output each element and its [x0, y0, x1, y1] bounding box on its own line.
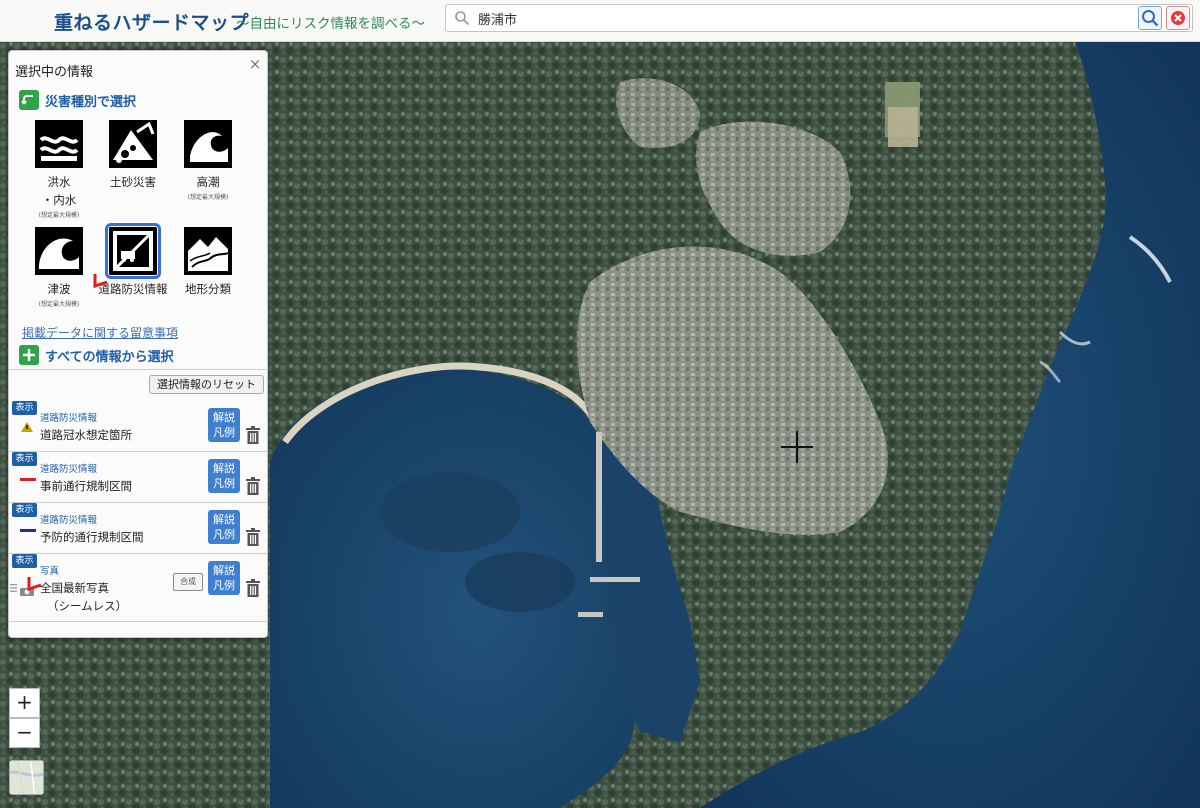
search-input[interactable]: [476, 7, 1136, 29]
search-button[interactable]: [1138, 6, 1162, 30]
reset-selection-button[interactable]: 選択情報のリセット: [149, 375, 264, 394]
hazard-label: 土砂災害: [110, 175, 156, 189]
section-all-label: すべての情報から選択: [45, 350, 174, 365]
search-box[interactable]: [445, 4, 1193, 32]
explain-label: 解説: [213, 513, 235, 526]
hazard-note: (想定最大規模): [38, 301, 80, 308]
compose-button[interactable]: 合成: [173, 573, 203, 591]
panel-close-button[interactable]: ×: [248, 56, 262, 72]
legend-label: 凡例: [213, 477, 235, 490]
show-toggle[interactable]: 表示: [12, 401, 37, 415]
hazard-label: 高潮: [196, 175, 220, 189]
hazard-storm-surge[interactable]: 高潮 (想定最大規模): [170, 120, 246, 201]
hazard-label: 地形分類: [185, 282, 231, 296]
hazard-label: 津波: [47, 282, 71, 296]
blue-line-icon: [20, 529, 36, 532]
tsunami-icon: [35, 227, 83, 275]
close-icon: [1171, 11, 1185, 25]
layer-name-sub: （シームレス）: [47, 599, 128, 613]
divider: [9, 369, 267, 370]
layer-name: 全国最新写真: [40, 581, 109, 595]
select-arrow-icon: [19, 90, 39, 110]
layer-row: 表示 道路防災情報 予防的通行規制区間 解説 凡例: [9, 503, 267, 553]
panel-title: 選択中の情報: [15, 65, 94, 80]
storm-surge-icon: [184, 120, 232, 168]
layer-name: 道路冠水想定箇所: [40, 428, 132, 442]
red-check-marker-icon: [27, 577, 42, 592]
explain-legend-button[interactable]: 解説 凡例: [208, 408, 240, 442]
hazard-label-sub: ・内水: [41, 193, 77, 207]
hazard-note: (想定最大規模): [38, 212, 80, 219]
warning-triangle-icon: [21, 422, 33, 432]
legend-label: 凡例: [213, 426, 235, 439]
show-toggle[interactable]: 表示: [12, 554, 37, 568]
layer-row: 表示 写真 全国最新写真 （シームレス） 合成 解説 凡例: [9, 554, 267, 622]
app-subtitle: ～自由にリスク情報を調べる～: [236, 16, 425, 32]
layer-name: 事前通行規制区間: [40, 479, 132, 493]
red-line-icon: [20, 478, 36, 481]
show-toggle[interactable]: 表示: [12, 452, 37, 466]
layer-category: 道路防災情報: [40, 515, 98, 526]
hazard-note: (想定最大規模): [187, 194, 229, 201]
basemap-switch-icon[interactable]: [9, 760, 44, 795]
selected-info-panel: 選択中の情報 × 災害種別で選択 洪水 ・内水 (想定最大規模) 土砂災害 高潮…: [8, 50, 268, 638]
flood-icon: [35, 120, 83, 168]
crosshair-icon: [781, 431, 813, 463]
plus-icon: [19, 345, 39, 365]
data-notice-link[interactable]: 掲載データに関する留意事項: [22, 324, 178, 341]
clear-search-button[interactable]: [1166, 6, 1190, 30]
legend-label: 凡例: [213, 579, 235, 592]
show-toggle[interactable]: 表示: [12, 503, 37, 517]
trash-icon[interactable]: [245, 528, 261, 546]
zoom-out-button[interactable]: −: [9, 718, 40, 748]
search-icon: [455, 11, 470, 26]
layer-row: 表示 道路防災情報 道路冠水想定箇所 解説 凡例: [9, 401, 267, 451]
landslide-icon: [109, 120, 157, 168]
explain-label: 解説: [213, 411, 235, 424]
legend-label: 凡例: [213, 528, 235, 541]
layer-category: 道路防災情報: [40, 464, 98, 475]
trash-icon[interactable]: [245, 579, 261, 597]
zoom-in-button[interactable]: +: [9, 688, 40, 718]
hazard-terrain[interactable]: 地形分類: [170, 227, 246, 297]
explain-legend-button[interactable]: 解説 凡例: [208, 561, 240, 595]
app-title[interactable]: 重ねるハザードマップ: [54, 8, 249, 35]
road-disaster-icon: [105, 223, 161, 279]
layer-name: 予防的通行規制区間: [40, 530, 144, 544]
divider: [9, 621, 267, 622]
terrain-icon: [184, 227, 232, 275]
hazard-landslide[interactable]: 土砂災害: [95, 120, 171, 190]
explain-legend-button[interactable]: 解説 凡例: [208, 459, 240, 493]
layer-row: 表示 道路防災情報 事前通行規制区間 解説 凡例: [9, 452, 267, 502]
trash-icon[interactable]: [245, 426, 261, 444]
search-icon: [1142, 10, 1159, 27]
drag-handle-icon[interactable]: [10, 583, 17, 593]
section-disaster-label: 災害種別で選択: [45, 95, 137, 110]
hazard-tsunami[interactable]: 津波 (想定最大規模): [21, 227, 97, 308]
section-disaster-type[interactable]: 災害種別で選択: [17, 88, 261, 112]
layer-category: 道路防災情報: [40, 413, 98, 424]
section-all-info[interactable]: すべての情報から選択: [17, 343, 261, 367]
explain-label: 解説: [213, 564, 235, 577]
hazard-label: 洪水: [47, 175, 71, 189]
trash-icon[interactable]: [245, 477, 261, 495]
hazard-flood[interactable]: 洪水 ・内水 (想定最大規模): [21, 120, 97, 219]
explain-label: 解説: [213, 462, 235, 475]
explain-legend-button[interactable]: 解説 凡例: [208, 510, 240, 544]
red-check-marker-icon: [93, 274, 108, 289]
app-header: 重ねるハザードマップ ～自由にリスク情報を調べる～: [0, 0, 1200, 42]
